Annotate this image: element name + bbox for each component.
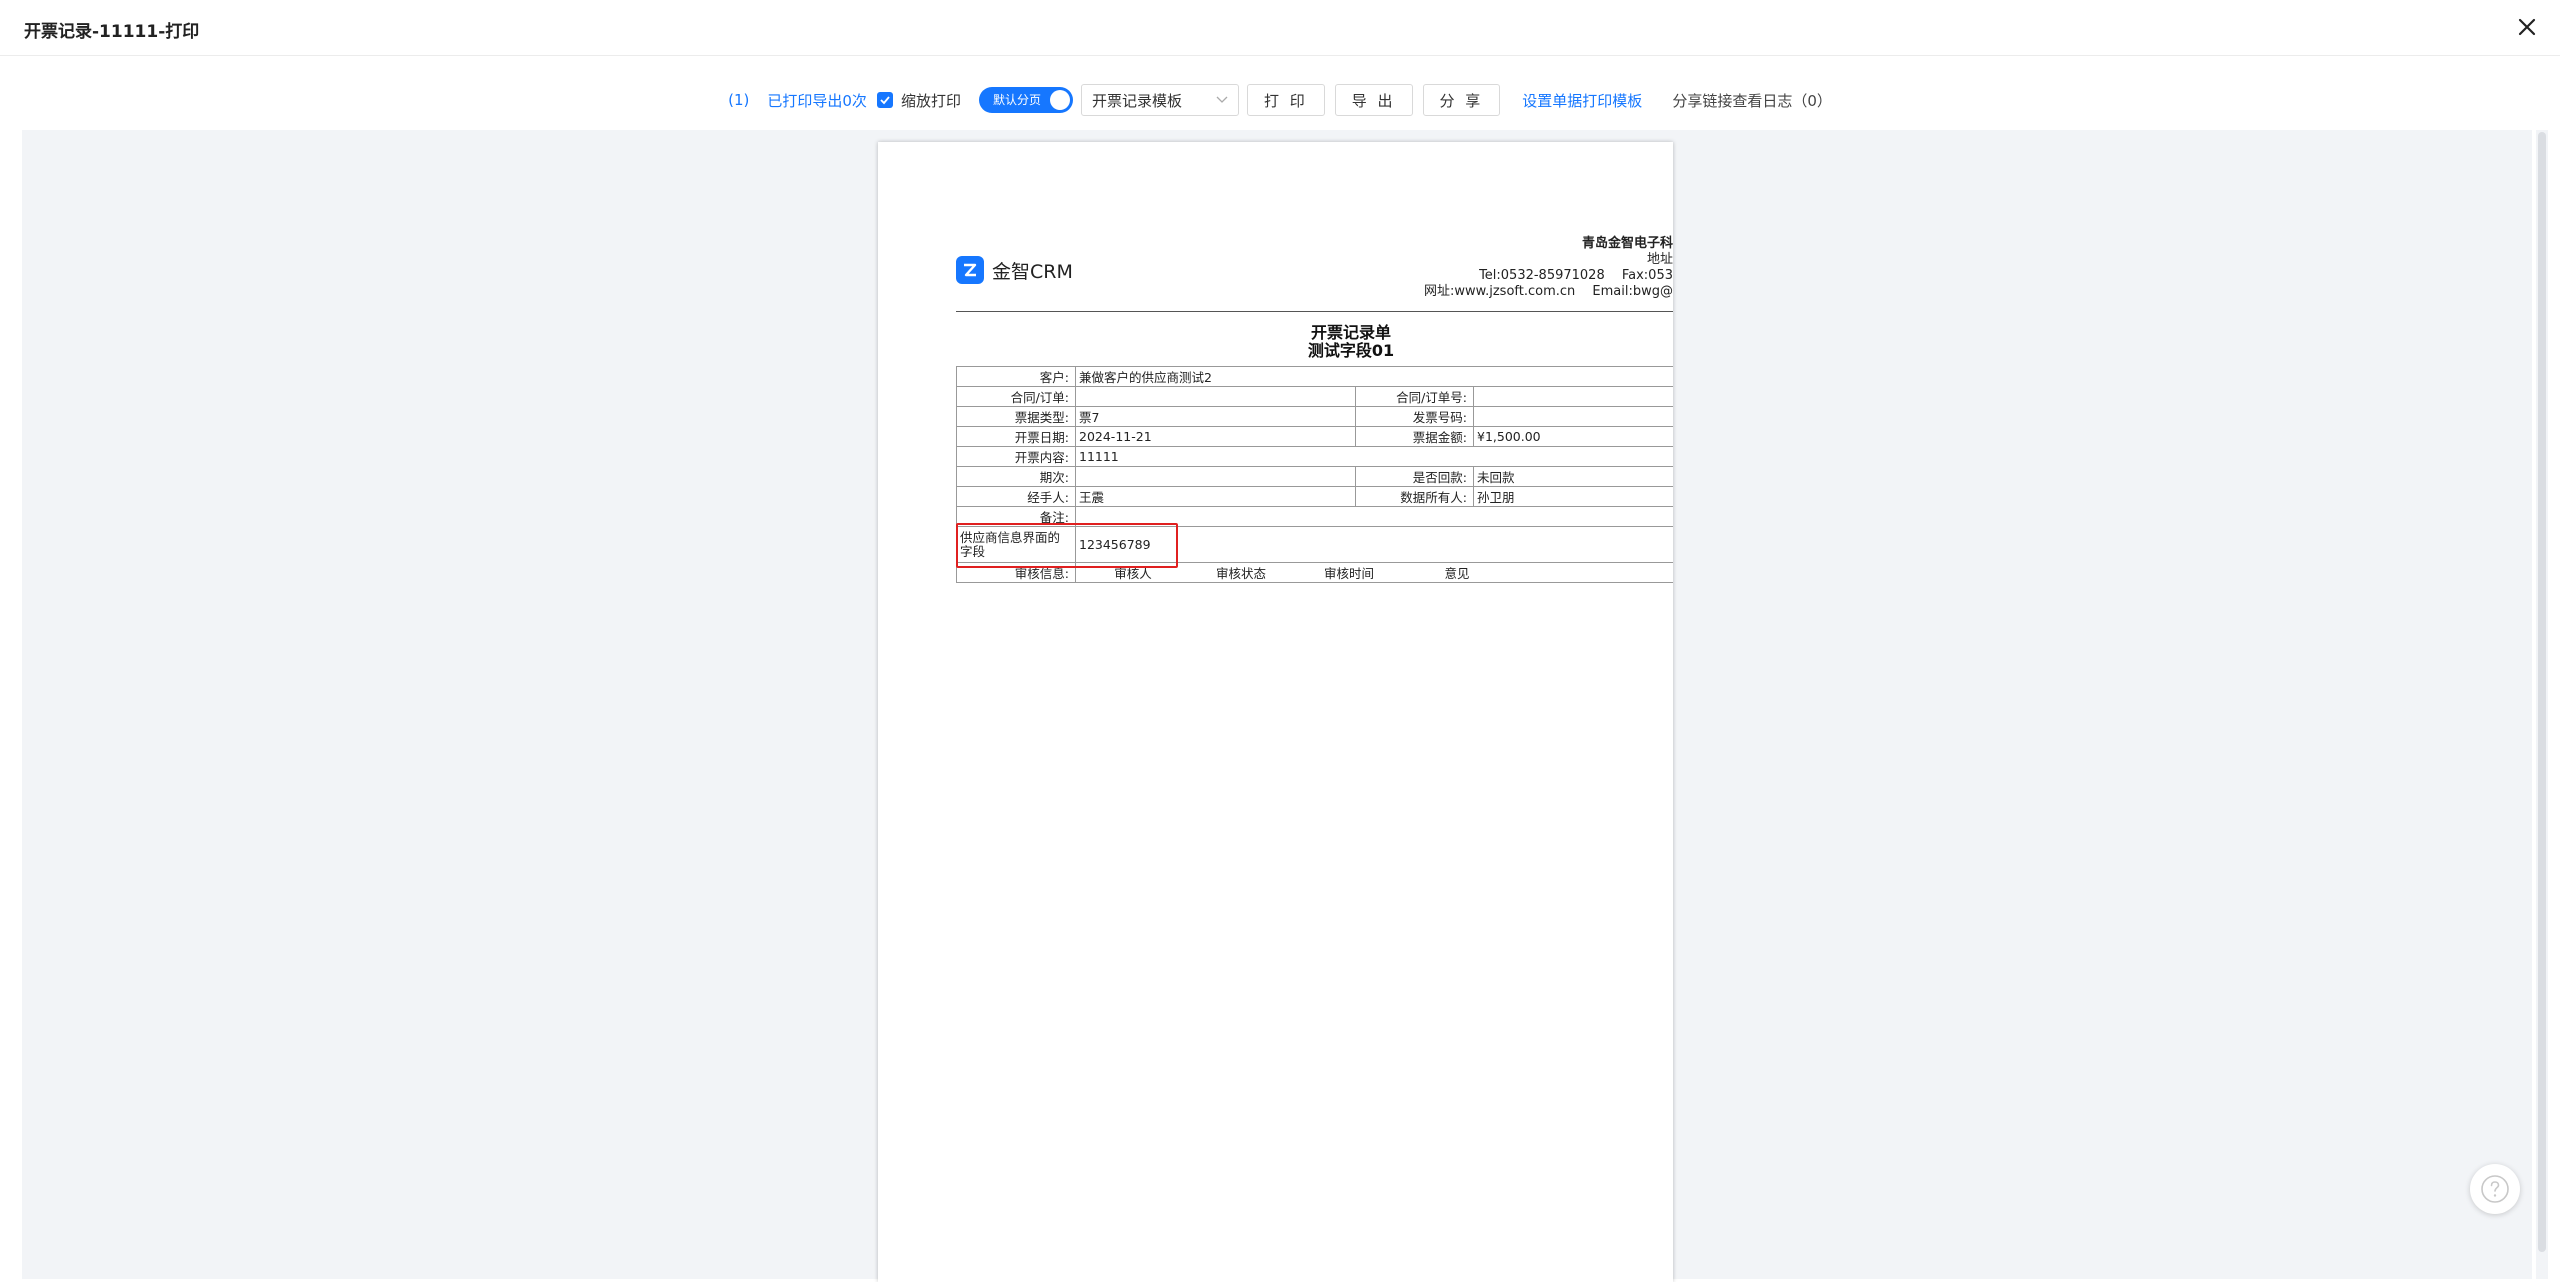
- table-row: 合同/订单: 合同/订单号:: [956, 386, 1673, 407]
- table-row: 审核信息: 审核人 审核状态 审核时间 意见: [956, 562, 1673, 583]
- document-title-block: 开票记录单 测试字段01: [956, 324, 1673, 360]
- scrollbar[interactable]: [2536, 130, 2548, 1279]
- audit-col-opinion: 意见: [1444, 566, 1470, 581]
- invoice-record-table: 客户: 兼做客户的供应商测试2 合同/订单: 合同/订单号: 票据类型: 票7 …: [956, 366, 1673, 583]
- invoice-number-label: 发票号码:: [1355, 406, 1474, 427]
- export-button[interactable]: 导 出: [1334, 84, 1413, 116]
- supplier-field-label: 供应商信息界面的字段: [956, 526, 1076, 563]
- template-select-value: 开票记录模板: [1091, 91, 1182, 110]
- share-button[interactable]: 分 享: [1422, 84, 1501, 116]
- audit-col-time: 审核时间: [1323, 566, 1374, 581]
- invoice-date-value: 2024-11-21: [1075, 426, 1356, 447]
- close-icon[interactable]: [2514, 14, 2540, 40]
- table-row: 客户: 兼做客户的供应商测试2: [956, 366, 1673, 387]
- logo-text: 金智CRM: [992, 260, 1073, 283]
- dialog-title: 开票记录-11111-打印: [24, 22, 200, 42]
- table-row: 经手人: 王震 数据所有人: 孙卫朋: [956, 486, 1673, 507]
- question-icon: [2481, 1175, 2509, 1203]
- customer-label: 客户:: [956, 366, 1076, 387]
- print-export-history-link[interactable]: 已打印导出0次: [767, 90, 867, 111]
- data-owner-value: 孙卫朋: [1473, 486, 1673, 507]
- invoice-number-value: [1473, 406, 1673, 427]
- contract-no-label: 合同/订单号:: [1355, 386, 1474, 407]
- period-label: 期次:: [956, 466, 1076, 487]
- print-count: (1): [728, 91, 750, 109]
- contract-label: 合同/订单:: [956, 386, 1076, 407]
- table-row: 开票日期: 2024-11-21 票据金额: ¥1,500.00: [956, 426, 1673, 447]
- bill-amount-value: ¥1,500.00: [1473, 426, 1673, 447]
- template-select[interactable]: 开票记录模板: [1080, 84, 1239, 116]
- toggle-knob: [1049, 90, 1070, 110]
- remark-value: [1075, 506, 1673, 527]
- period-value: [1075, 466, 1356, 487]
- zoom-print-checkbox[interactable]: 缩放打印: [876, 90, 961, 111]
- bill-amount-label: 票据金额:: [1355, 426, 1474, 447]
- print-button[interactable]: 打 印: [1246, 84, 1325, 116]
- contract-value: [1075, 386, 1356, 407]
- audit-col-status: 审核状态: [1215, 566, 1266, 581]
- audit-label: 审核信息:: [956, 562, 1076, 583]
- scrollbar-thumb[interactable]: [2538, 132, 2546, 1252]
- company-info: 青岛金智电子科 地址 Tel:0532-85971028 Fax:053 网址:…: [1273, 236, 1673, 300]
- company-address: 地址: [1646, 252, 1673, 267]
- chevron-down-icon: [1216, 96, 1228, 103]
- supplier-field-value: 123456789: [1075, 526, 1673, 563]
- header-divider: [956, 311, 1673, 312]
- dialog-header: 开票记录-11111-打印: [0, 0, 2560, 56]
- zoom-print-label: 缩放打印: [900, 91, 961, 110]
- customer-value: 兼做客户的供应商测试2: [1075, 366, 1673, 387]
- default-paging-toggle[interactable]: 默认分页: [978, 87, 1073, 113]
- contract-no-value: [1473, 386, 1673, 407]
- company-name: 青岛金智电子科: [1581, 236, 1673, 251]
- invoice-content-label: 开票内容:: [956, 446, 1076, 467]
- print-toolbar: (1) 已打印导出0次 缩放打印 默认分页 开票记录模板 打 印 导 出 分 享…: [0, 84, 2560, 116]
- audit-columns: 审核人 审核状态 审核时间 意见: [1075, 562, 1673, 583]
- help-button[interactable]: [2470, 1164, 2520, 1214]
- bill-type-label: 票据类型:: [956, 406, 1076, 427]
- remark-label: 备注:: [956, 506, 1076, 527]
- document-title: 开票记录单: [1310, 323, 1391, 342]
- table-row: 开票内容: 11111: [956, 446, 1673, 467]
- company-logo: 金智CRM: [956, 256, 1073, 284]
- table-row: 期次: 是否回款: 未回款: [956, 466, 1673, 487]
- company-tel-fax: Tel:0532-85971028 Fax:053: [1479, 268, 1673, 283]
- audit-col-reviewer: 审核人: [1114, 566, 1152, 581]
- bill-type-value: 票7: [1075, 406, 1356, 427]
- logo-icon: [956, 256, 984, 284]
- default-paging-label: 默认分页: [992, 93, 1041, 107]
- share-log-link[interactable]: 分享链接查看日志（0）: [1672, 90, 1832, 111]
- table-row: 备注:: [956, 506, 1673, 527]
- payment-status-label: 是否回款:: [1355, 466, 1474, 487]
- payment-status-value: 未回款: [1473, 466, 1673, 487]
- handler-value: 王震: [1075, 486, 1356, 507]
- table-row: 供应商信息界面的字段 123456789: [956, 526, 1673, 563]
- template-settings-link[interactable]: 设置单据打印模板: [1522, 90, 1642, 111]
- company-web-email: 网址:www.jzsoft.com.cn Email:bwg@: [1424, 284, 1673, 299]
- invoice-date-label: 开票日期:: [956, 426, 1076, 447]
- print-page: 金智CRM 青岛金智电子科 地址 Tel:0532-85971028 Fax:0…: [878, 142, 1673, 1282]
- checkbox-checked-icon[interactable]: [876, 92, 893, 108]
- invoice-content-value: 11111: [1075, 446, 1673, 467]
- table-row: 票据类型: 票7 发票号码:: [956, 406, 1673, 427]
- document-subtitle: 测试字段01: [1307, 341, 1395, 360]
- handler-label: 经手人:: [956, 486, 1076, 507]
- data-owner-label: 数据所有人:: [1355, 486, 1474, 507]
